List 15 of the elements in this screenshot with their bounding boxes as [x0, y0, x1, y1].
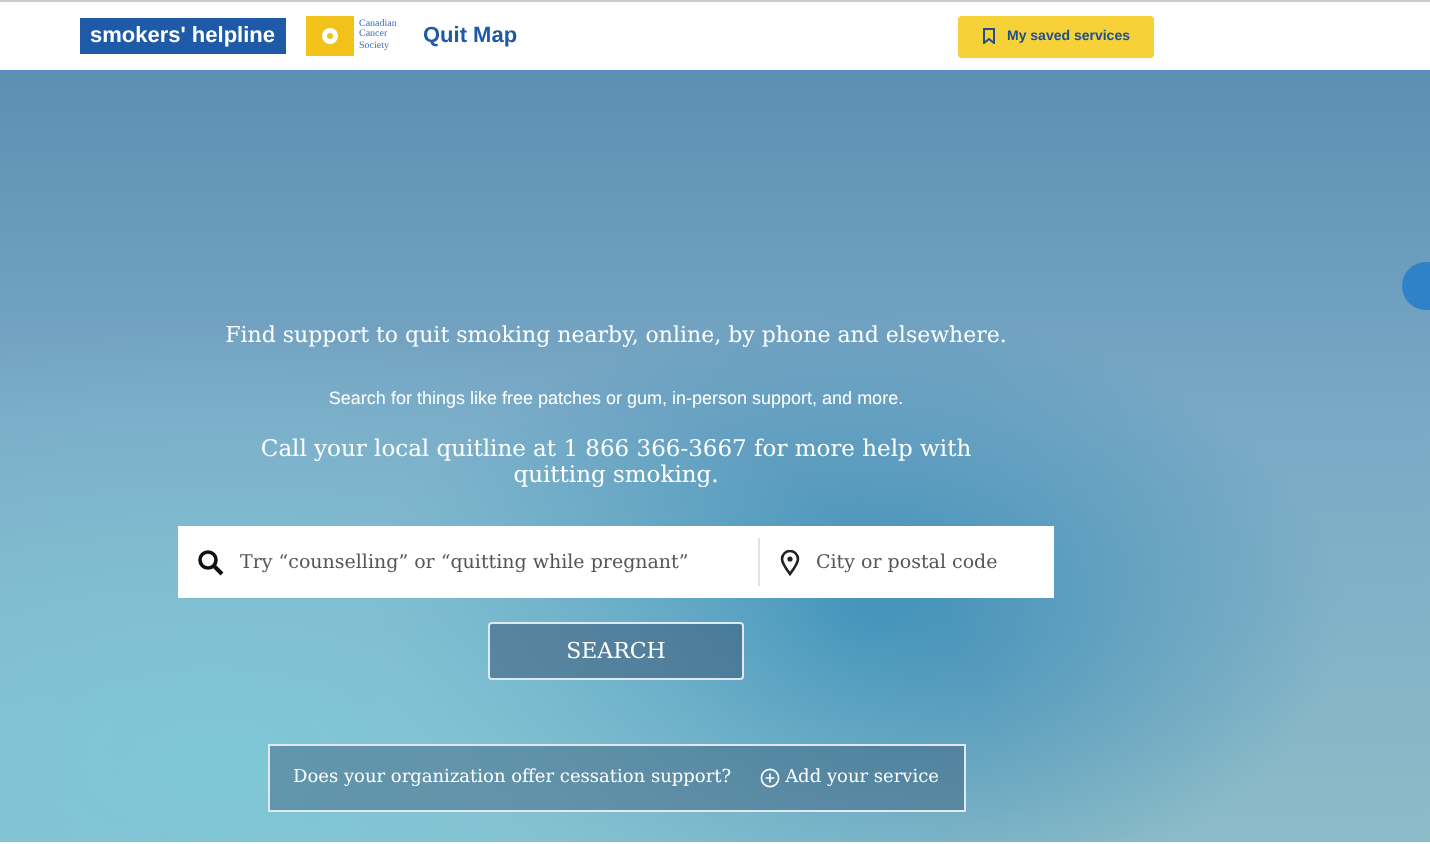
location-pin-icon: [780, 549, 800, 576]
banner-question: Does your organization offer cessation support?: [293, 768, 732, 789]
location-field[interactable]: City or postal code: [816, 551, 1036, 574]
helpline-logo[interactable]: smokers' helpline: [80, 18, 285, 54]
flower-logo-icon: [305, 16, 353, 56]
search-field[interactable]: Try “counselling” or “quitting while pregnant”: [240, 551, 740, 574]
bookmark-icon: [981, 28, 995, 44]
plus-circle-icon: [759, 768, 780, 789]
search-button[interactable]: SEARCH: [488, 622, 744, 681]
subtitle: Search for things like free patches or gum, in-person support, and more.: [328, 388, 904, 408]
app-title: Quit Map: [423, 24, 518, 48]
add-service-link[interactable]: Add your service: [759, 768, 939, 789]
search-icon: [198, 549, 224, 576]
quitline-text: Call your local quitline at 1 866 366-3667 for more help with quitting smoking.: [258, 436, 974, 487]
headline: Find support to quit smoking nearby, online, by phone and elsewhere.: [225, 322, 1007, 348]
